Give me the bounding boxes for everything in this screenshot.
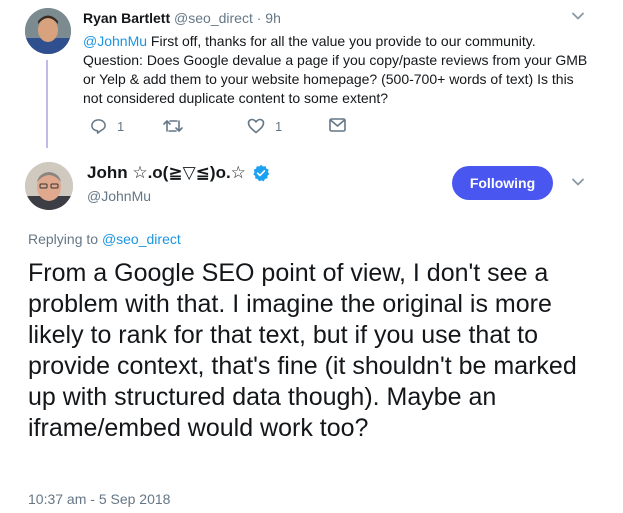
reply-button[interactable]: 1 xyxy=(90,118,124,135)
reply-icon xyxy=(91,119,106,134)
tweet-actions: 1 1 xyxy=(83,118,373,140)
author-handle[interactable]: @JohnMu xyxy=(87,188,151,204)
author-name-row[interactable]: John ☆.o(≧▽≦)o.☆ xyxy=(87,163,270,183)
tweet-text: From a Google SEO point of view, I don't… xyxy=(28,259,577,442)
thread-line xyxy=(46,60,48,148)
like-button[interactable]: 1 xyxy=(247,118,282,134)
tweet-age[interactable]: 9h xyxy=(265,10,281,26)
chevron-down-icon[interactable] xyxy=(571,175,585,194)
author-name[interactable]: John ☆.o(≧▽≦)o.☆ xyxy=(87,163,246,183)
separator: · xyxy=(256,10,262,26)
reply-body: First off, thanks for all the value you … xyxy=(83,33,588,106)
replying-prefix: Replying to xyxy=(28,231,102,247)
avatar[interactable] xyxy=(25,8,71,54)
replying-to: Replying to @seo_direct xyxy=(28,231,181,247)
like-icon xyxy=(247,118,265,134)
user-avatar-image xyxy=(25,162,73,210)
tweet-timestamp[interactable]: 10:37 am - 5 Sep 2018 xyxy=(28,491,170,507)
verified-badge-icon xyxy=(253,164,270,182)
retweet-icon xyxy=(163,120,183,132)
author-name[interactable]: Ryan Bartlett xyxy=(83,10,170,26)
mention-link[interactable]: @JohnMu xyxy=(83,33,147,49)
message-button[interactable] xyxy=(329,118,346,132)
message-icon xyxy=(329,118,346,132)
reply-count: 1 xyxy=(117,119,125,134)
following-button[interactable]: Following xyxy=(452,166,553,200)
user-avatar-image xyxy=(25,8,71,54)
reply-header: Ryan Bartlett @seo_direct · 9h xyxy=(83,10,281,26)
avatar[interactable] xyxy=(25,162,73,210)
reply-text: @JohnMu First off, thanks for all the va… xyxy=(83,32,595,108)
chevron-down-icon[interactable] xyxy=(571,9,585,28)
replying-to-link[interactable]: @seo_direct xyxy=(102,231,181,247)
like-count: 1 xyxy=(275,118,283,134)
author-handle[interactable]: @seo_direct xyxy=(174,10,253,26)
retweet-button[interactable] xyxy=(163,118,183,134)
